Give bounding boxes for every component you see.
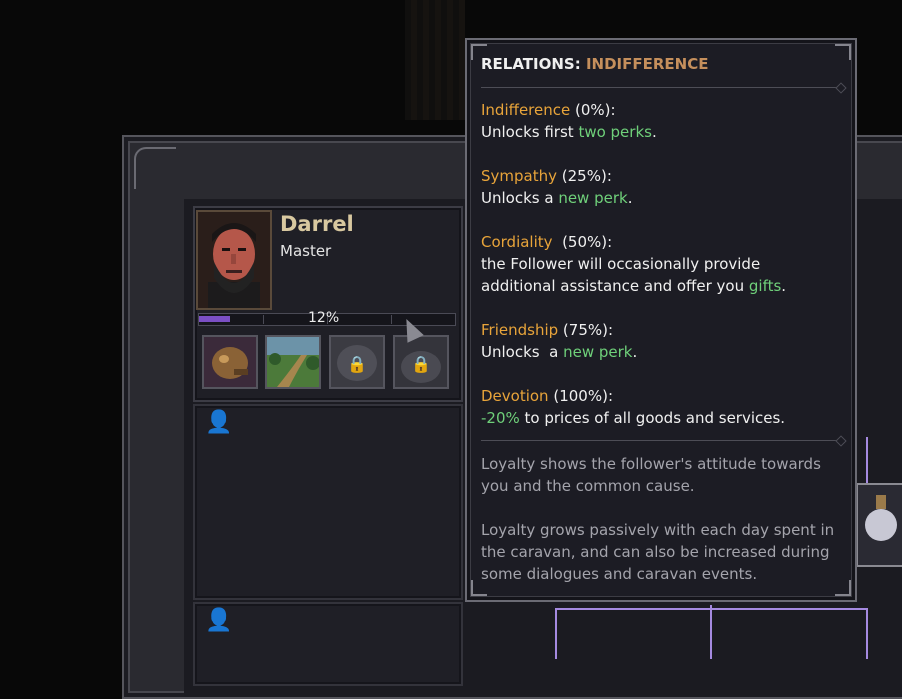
- loyalty-tick: [391, 315, 392, 324]
- level-desc: Unlocks a: [481, 189, 559, 207]
- level-indifference: Indifference (0%): Unlocks first two per…: [481, 99, 657, 143]
- level-highlight: two perks: [578, 123, 652, 141]
- person-silhouette-icon: 👤: [205, 410, 233, 435]
- info-line: the caravan, and can also be increased d…: [481, 543, 830, 561]
- character-title: Master: [280, 242, 332, 260]
- frame-ornament: [134, 147, 176, 189]
- character-name: Darrel: [280, 212, 354, 236]
- skill-tree-connector: [866, 437, 868, 483]
- loyalty-percent: 12%: [308, 310, 340, 326]
- dungeon-wall-background: [405, 0, 465, 120]
- relations-header: RELATIONS: INDIFFERENCE: [481, 53, 708, 75]
- info-line: Loyalty grows passively with each day sp…: [481, 521, 835, 539]
- level-percent: (75%):: [562, 321, 614, 339]
- level-highlight: gifts: [748, 277, 782, 295]
- empty-follower-slot[interactable]: [193, 602, 463, 686]
- level-name: Indifference: [481, 101, 571, 119]
- tooltip-corner: [835, 44, 851, 60]
- level-desc: .: [632, 343, 638, 361]
- character-portrait[interactable]: [196, 210, 272, 310]
- level-sympathy: Sympathy (25%): Unlocks a new perk.: [481, 165, 632, 209]
- info-line: you and the common cause.: [481, 477, 695, 495]
- level-desc: .: [781, 277, 787, 295]
- loyalty-tick: [263, 315, 264, 324]
- relations-label: RELATIONS:: [481, 55, 581, 73]
- empty-follower-slot[interactable]: [193, 404, 463, 600]
- level-desc: additional assistance and offer you: [481, 277, 749, 295]
- potion-skill-node[interactable]: [856, 483, 902, 567]
- level-name: Devotion: [481, 387, 549, 405]
- level-highlight: new perk: [558, 189, 628, 207]
- perk-slot-2[interactable]: [265, 335, 321, 389]
- potion-icon: [865, 495, 897, 541]
- level-cordiality: Cordiality (50%): the Follower will occa…: [481, 231, 786, 297]
- loyalty-info-1: Loyalty shows the follower's attitude to…: [481, 453, 821, 497]
- perk-slot-4[interactable]: 🔒: [393, 335, 449, 389]
- loyalty-bar-fill: [199, 316, 230, 322]
- level-name: Cordiality: [481, 233, 553, 251]
- level-highlight: -20%: [481, 409, 520, 427]
- lock-icon: 🔒: [347, 354, 367, 374]
- level-devotion: Devotion (100%): -20% to prices of all g…: [481, 385, 785, 429]
- level-friendship: Friendship (75%): Unlocks a new perk.: [481, 319, 637, 363]
- tooltip-divider: [481, 440, 841, 441]
- info-line: Loyalty shows the follower's attitude to…: [481, 455, 821, 473]
- level-desc: Unlocks first: [481, 123, 579, 141]
- level-desc: Unlocks a: [481, 343, 564, 361]
- relations-status: INDIFFERENCE: [585, 55, 709, 73]
- level-desc: to prices of all goods and services.: [519, 409, 786, 427]
- level-percent: (0%):: [575, 101, 616, 119]
- bearded-man-portrait-icon: [198, 212, 270, 308]
- level-name: Sympathy: [481, 167, 557, 185]
- perk-slot-1[interactable]: [202, 335, 258, 389]
- beast-perk-icon: [204, 337, 256, 387]
- skill-tree-connector: [710, 605, 712, 659]
- level-name: Friendship: [481, 321, 559, 339]
- info-line: some dialogues and caravan events.: [481, 565, 758, 583]
- person-silhouette-icon: 👤: [205, 608, 233, 633]
- level-percent: (100%):: [553, 387, 614, 405]
- tooltip-divider: [481, 87, 841, 88]
- lock-icon: 🔒: [411, 354, 431, 374]
- level-desc: the Follower will occasionally provide: [481, 255, 761, 273]
- level-highlight: new perk: [563, 343, 633, 361]
- level-desc: .: [627, 189, 633, 207]
- level-percent: (25%):: [561, 167, 612, 185]
- loyalty-info-2: Loyalty grows passively with each day sp…: [481, 519, 834, 585]
- landscape-perk-icon: [267, 337, 319, 387]
- level-desc: .: [651, 123, 657, 141]
- tooltip-corner: [835, 580, 851, 596]
- level-percent: (50%):: [562, 233, 613, 251]
- perk-slot-3[interactable]: 🔒: [329, 335, 385, 389]
- skill-tree-connector: [866, 608, 868, 659]
- skill-tree-connector: [555, 608, 557, 659]
